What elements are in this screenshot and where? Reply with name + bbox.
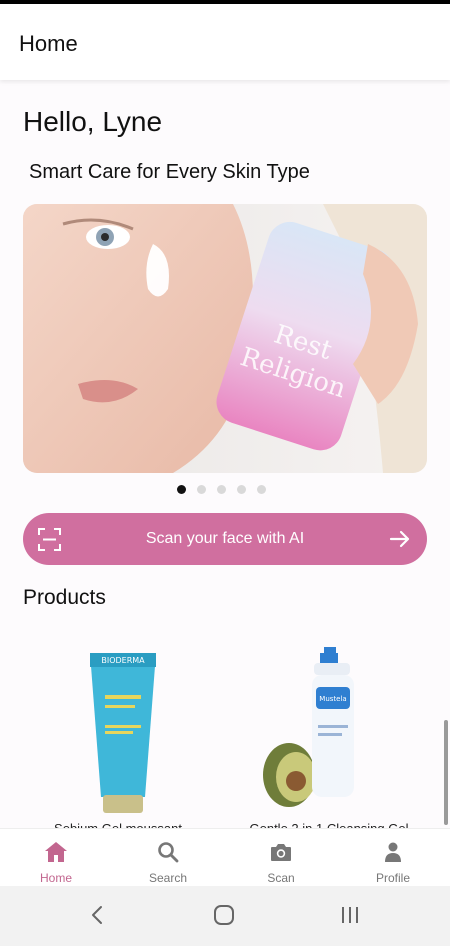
product-image: Mustela (263, 647, 354, 807)
banner-image: Rest Religion (23, 204, 427, 473)
carousel-dot[interactable] (177, 485, 186, 494)
nav-item-home[interactable]: Home (0, 829, 112, 887)
product-image: BIODERMA (90, 653, 156, 813)
search-icon (158, 842, 179, 863)
nav-label: Home (39, 871, 72, 885)
product-card[interactable]: Mustela Gentle 2 in 1 Cleansing Gel (234, 625, 424, 829)
nav-label: Scan (267, 871, 295, 885)
products-title: Products (23, 586, 106, 609)
nav-label: Search (148, 871, 188, 885)
nav-item-profile[interactable]: Profile (337, 829, 449, 887)
scan-face-label: Scan your face with AI (145, 530, 305, 547)
app-bar: Home (0, 4, 450, 80)
carousel-dot[interactable] (237, 485, 246, 494)
arrow-right-icon (389, 530, 410, 548)
product-card[interactable]: BIODERMA Sebium Gel moussant (23, 625, 213, 829)
product-brand: Mustela (319, 695, 346, 703)
user-icon (385, 842, 401, 862)
greeting: Hello, Lyne (23, 106, 163, 137)
nav-item-search[interactable]: Search (112, 829, 224, 887)
scan-face-button[interactable]: Scan your face with AI (23, 513, 427, 565)
tagline: Smart Care for Every Skin Type (29, 161, 310, 183)
carousel-indicator (177, 485, 266, 494)
bottom-navigation: Home Search Scan Profile (0, 828, 450, 886)
scrollbar[interactable] (444, 720, 448, 825)
promo-banner[interactable]: Rest Religion (23, 204, 427, 473)
product-list: BIODERMA Sebium Gel moussant Mustela Gen… (0, 625, 450, 829)
system-navigation-bar (0, 886, 450, 946)
home-button-icon[interactable] (212, 904, 236, 926)
recent-apps-icon[interactable] (338, 904, 362, 926)
back-icon[interactable] (86, 904, 110, 926)
carousel-dot[interactable] (257, 485, 266, 494)
nav-label: Profile (375, 871, 410, 885)
home-screen: Home Hello, Lyne Smart Care for Every Sk… (0, 0, 450, 946)
nav-item-scan[interactable]: Scan (225, 829, 337, 887)
carousel-dot[interactable] (197, 485, 206, 494)
camera-icon (271, 844, 291, 861)
product-brand: BIODERMA (101, 656, 145, 665)
carousel-dot[interactable] (217, 485, 226, 494)
page-title: Home (19, 31, 78, 56)
home-icon (45, 842, 67, 862)
